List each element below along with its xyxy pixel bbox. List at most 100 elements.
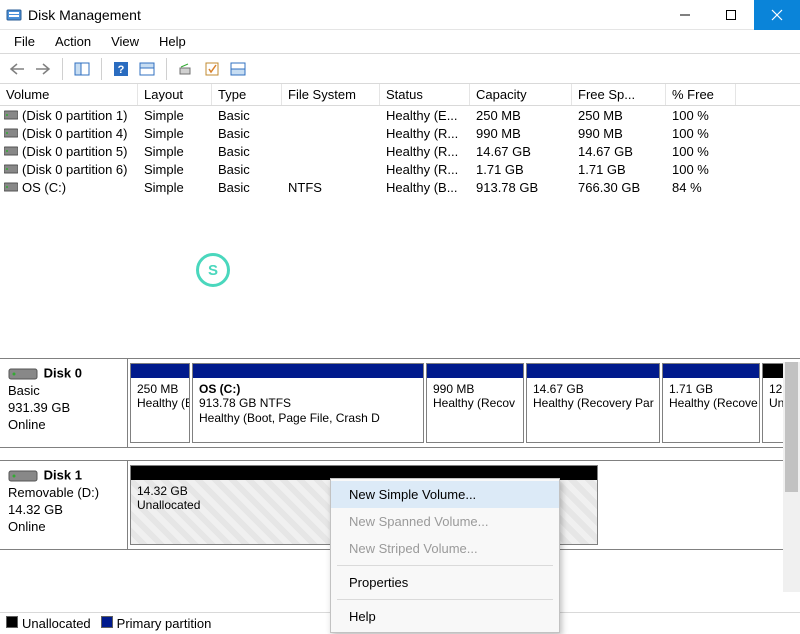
menu-divider	[337, 565, 553, 566]
toolbar-separator	[166, 58, 167, 80]
partition-stripe	[131, 364, 189, 378]
context-menu-item: New Spanned Volume...	[331, 508, 559, 535]
volume-row[interactable]: OS (C:)SimpleBasicNTFSHealthy (B...913.7…	[0, 178, 800, 196]
volume-name: (Disk 0 partition 5)	[0, 142, 138, 160]
view-bottom-button[interactable]	[227, 58, 249, 80]
partition-status: Healthy (Recove	[669, 396, 753, 410]
volume-fs: NTFS	[282, 178, 380, 196]
partition-stripe	[527, 364, 659, 378]
context-menu-item[interactable]: Properties	[331, 569, 559, 596]
volume-pctfree: 100 %	[666, 106, 736, 124]
col-capacity[interactable]: Capacity	[470, 84, 572, 105]
volume-layout: Simple	[138, 106, 212, 124]
menu-help[interactable]: Help	[149, 32, 196, 51]
settings-button[interactable]	[175, 58, 197, 80]
disk-map-scrollbar[interactable]	[783, 362, 800, 592]
volume-free: 1.71 GB	[572, 160, 666, 178]
maximize-button[interactable]	[708, 0, 754, 30]
volume-free: 250 MB	[572, 106, 666, 124]
toolbar-separator	[62, 58, 63, 80]
volume-free: 990 MB	[572, 124, 666, 142]
context-menu-item[interactable]: Help	[331, 603, 559, 630]
volume-row[interactable]: (Disk 0 partition 5)SimpleBasicHealthy (…	[0, 142, 800, 160]
partition-status: Una	[769, 396, 783, 410]
partition-status: Healthy (Recovery Par	[533, 396, 653, 410]
volume-fs	[282, 124, 380, 142]
volume-layout: Simple	[138, 160, 212, 178]
partition-stripe	[663, 364, 759, 378]
partition[interactable]: 250 MBHealthy (EF	[130, 363, 190, 443]
partition-size: 990 MB	[433, 382, 517, 396]
legend-primary: Primary partition	[101, 616, 212, 631]
disk0-label[interactable]: Disk 0 Basic 931.39 GB Online	[0, 359, 128, 447]
nav-forward-button[interactable]	[32, 58, 54, 80]
disk1-label[interactable]: Disk 1 Removable (D:) 14.32 GB Online	[0, 461, 128, 549]
volume-type: Basic	[212, 106, 282, 124]
volume-icon	[4, 145, 18, 157]
titlebar: Disk Management	[0, 0, 800, 30]
col-layout[interactable]: Layout	[138, 84, 212, 105]
disk-row-0: Disk 0 Basic 931.39 GB Online 250 MBHeal…	[0, 358, 800, 448]
volume-pctfree: 100 %	[666, 124, 736, 142]
partition-status: Healthy (EF	[137, 396, 183, 410]
disk1-state: Online	[8, 519, 119, 536]
menu-action[interactable]: Action	[45, 32, 101, 51]
menu-file[interactable]: File	[4, 32, 45, 51]
volume-name: (Disk 0 partition 4)	[0, 124, 138, 142]
disk0-partitions: 250 MBHealthy (EFOS (C:)913.78 GB NTFSHe…	[128, 359, 800, 447]
volume-capacity: 990 MB	[470, 124, 572, 142]
menu-divider	[337, 599, 553, 600]
col-pctfree[interactable]: % Free	[666, 84, 736, 105]
nav-back-button[interactable]	[6, 58, 28, 80]
context-menu-item[interactable]: New Simple Volume...	[331, 481, 559, 508]
scrollbar-thumb[interactable]	[785, 362, 798, 492]
volume-icon	[4, 163, 18, 175]
view-top-button[interactable]	[136, 58, 158, 80]
disk-icon	[8, 467, 38, 485]
close-button[interactable]	[754, 0, 800, 30]
volume-layout: Simple	[138, 178, 212, 196]
disk1-type: Removable (D:)	[8, 485, 119, 502]
col-filesystem[interactable]: File System	[282, 84, 380, 105]
menu-view[interactable]: View	[101, 32, 149, 51]
volume-layout: Simple	[138, 142, 212, 160]
volume-free: 14.67 GB	[572, 142, 666, 160]
partition[interactable]: OS (C:)913.78 GB NTFSHealthy (Boot, Page…	[192, 363, 424, 443]
disk0-type: Basic	[8, 383, 119, 400]
partition-status: Healthy (Boot, Page File, Crash D	[199, 411, 417, 425]
col-volume[interactable]: Volume	[0, 84, 138, 105]
minimize-button[interactable]	[662, 0, 708, 30]
volume-status: Healthy (E...	[380, 106, 470, 124]
volume-row[interactable]: (Disk 0 partition 4)SimpleBasicHealthy (…	[0, 124, 800, 142]
partition-size: 250 MB	[137, 382, 183, 396]
volume-status: Healthy (R...	[380, 124, 470, 142]
partition[interactable]: 990 MBHealthy (Recov	[426, 363, 524, 443]
col-status[interactable]: Status	[380, 84, 470, 105]
volume-list[interactable]: (Disk 0 partition 1)SimpleBasicHealthy (…	[0, 106, 800, 196]
disk-management-icon	[6, 7, 22, 23]
disk-icon	[8, 365, 38, 383]
volume-status: Healthy (R...	[380, 160, 470, 178]
volume-row[interactable]: (Disk 0 partition 1)SimpleBasicHealthy (…	[0, 106, 800, 124]
volume-pctfree: 84 %	[666, 178, 736, 196]
col-freespace[interactable]: Free Sp...	[572, 84, 666, 105]
volume-icon	[4, 109, 18, 121]
action-center-button[interactable]	[201, 58, 223, 80]
partition[interactable]: 1.71 GBHealthy (Recove	[662, 363, 760, 443]
partition-stripe	[427, 364, 523, 378]
volume-fs	[282, 142, 380, 160]
col-type[interactable]: Type	[212, 84, 282, 105]
svg-text:?: ?	[118, 64, 125, 76]
toolbar-separator	[101, 58, 102, 80]
volume-type: Basic	[212, 124, 282, 142]
volume-row[interactable]: (Disk 0 partition 6)SimpleBasicHealthy (…	[0, 160, 800, 178]
volume-icon	[4, 127, 18, 139]
show-hide-console-button[interactable]	[71, 58, 93, 80]
volume-pctfree: 100 %	[666, 160, 736, 178]
volume-pctfree: 100 %	[666, 142, 736, 160]
volume-type: Basic	[212, 142, 282, 160]
volume-fs	[282, 160, 380, 178]
partition[interactable]: 14.67 GBHealthy (Recovery Par	[526, 363, 660, 443]
help-button[interactable]: ?	[110, 58, 132, 80]
volume-list-header: Volume Layout Type File System Status Ca…	[0, 84, 800, 106]
